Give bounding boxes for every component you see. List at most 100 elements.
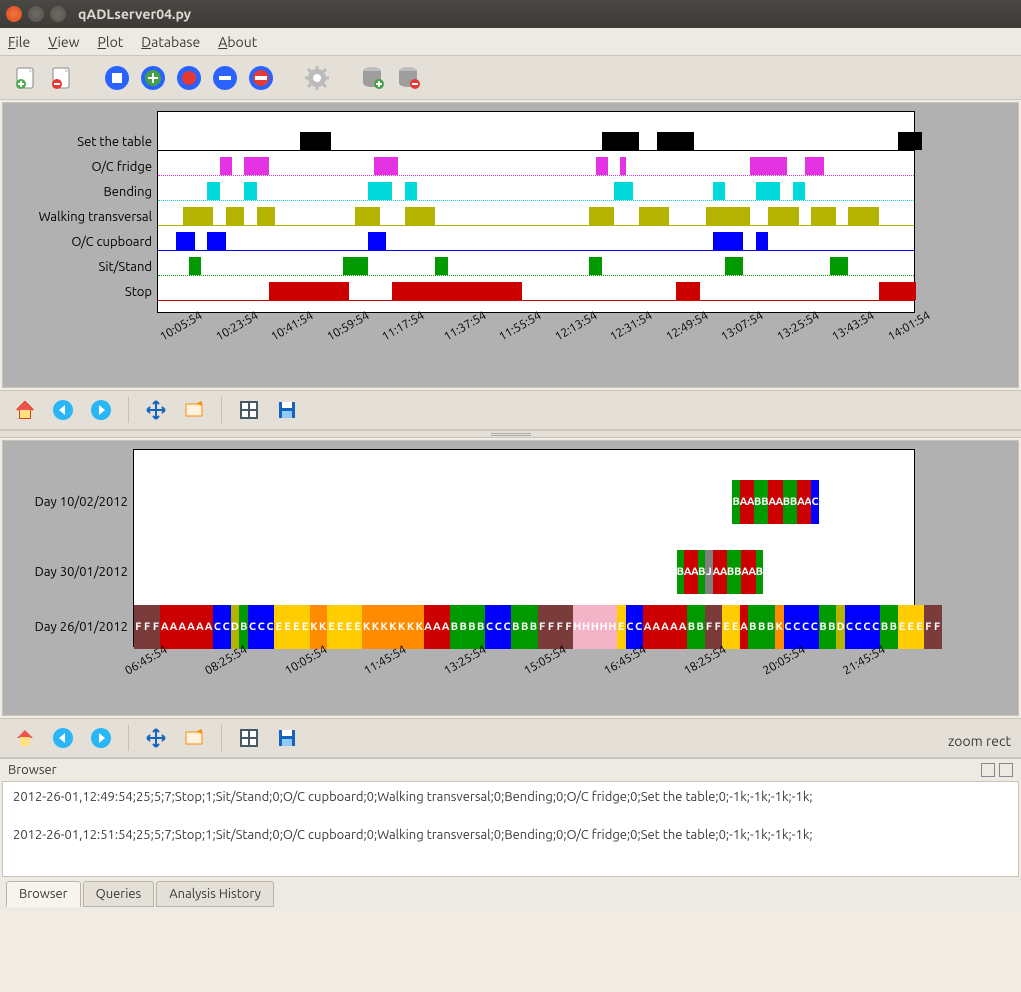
- plot2-segment: A: [432, 605, 441, 649]
- plot2-segment: E: [292, 605, 301, 649]
- plot2-segment: A: [740, 605, 749, 649]
- plot2-segment: C: [801, 605, 810, 649]
- db-add-button[interactable]: [358, 63, 388, 93]
- plot2-segment: E: [898, 605, 907, 649]
- plot1-event-bar: [657, 132, 694, 150]
- record-minus-button[interactable]: [210, 63, 240, 93]
- plot2-ylabel: Day 26/01/2012: [35, 620, 128, 634]
- new-file-button[interactable]: [10, 63, 40, 93]
- plot1-xtick: 12:13:54: [553, 309, 600, 344]
- plot2-segment: B: [827, 605, 836, 649]
- plot2-pan-button[interactable]: [141, 723, 171, 753]
- plot1-xtick: 11:55:54: [497, 309, 544, 344]
- plot2-segment: K: [415, 605, 424, 649]
- record-record-button[interactable]: [174, 63, 204, 93]
- window-close-button[interactable]: [6, 6, 22, 22]
- window-minimize-button[interactable]: [28, 6, 44, 22]
- plot2-segment: B: [529, 605, 538, 649]
- plot1-event-bar: [226, 207, 244, 225]
- plot2-ylabel: Day 30/01/2012: [35, 565, 128, 579]
- plot2-segment: K: [775, 605, 784, 649]
- plot2-zoom-button[interactable]: [179, 723, 209, 753]
- plot1-event-bar: [898, 132, 923, 150]
- plot2-canvas[interactable]: Day 10/02/2012BAABBAABBAACDay 30/01/2012…: [133, 449, 915, 647]
- splitter[interactable]: [0, 430, 1021, 438]
- plot1-event-bar: [220, 157, 232, 175]
- plot2-segment: A: [643, 605, 652, 649]
- plot2-segment: A: [720, 550, 727, 594]
- plot1-xtick: 12:31:54: [608, 309, 655, 344]
- tab-browser[interactable]: Browser: [6, 881, 81, 907]
- plot2-segment: B: [468, 605, 477, 649]
- plot1-back-button[interactable]: [48, 395, 78, 425]
- plot2-subplots-button[interactable]: [234, 723, 264, 753]
- browser-pane: Browser 2012-26-01,12:49:54;25;5;7;Stop;…: [0, 758, 1021, 911]
- plot2-segment: B: [766, 605, 775, 649]
- plot1-pan-button[interactable]: [141, 395, 171, 425]
- plot1-forward-button[interactable]: [86, 395, 116, 425]
- plot2-segment: C: [257, 605, 266, 649]
- plot1-event-bar: [189, 257, 201, 275]
- plot1-ylabel: O/C cupboard: [71, 235, 152, 249]
- menu-file[interactable]: File: [8, 34, 30, 50]
- plot1-ylabel: Sit/Stand: [99, 260, 152, 274]
- tab-analysis[interactable]: Analysis History: [156, 881, 274, 907]
- plot1-event-bar: [805, 157, 823, 175]
- plot1-event-bar: [207, 232, 225, 250]
- plot2-segment: E: [345, 605, 354, 649]
- plot2-segment: A: [804, 480, 811, 524]
- plot1-event-bar: [756, 182, 781, 200]
- record-delete-button[interactable]: [246, 63, 276, 93]
- plot2-segment: A: [741, 550, 748, 594]
- plot2-back-button[interactable]: [48, 723, 78, 753]
- plot1-event-bar: [207, 182, 219, 200]
- plot1-event-bar: [405, 207, 436, 225]
- menu-about[interactable]: About: [218, 34, 257, 50]
- browser-text[interactable]: 2012-26-01,12:49:54;25;5;7;Stop;1;Sit/St…: [2, 781, 1019, 877]
- plot2-segment: E: [915, 605, 924, 649]
- plot2-segment: A: [713, 550, 720, 594]
- plot1-zoom-button[interactable]: [179, 395, 209, 425]
- plot1-xtick: 13:25:54: [775, 309, 822, 344]
- plot2-segment: H: [599, 605, 608, 649]
- plot2-segment: B: [748, 605, 757, 649]
- plot2-segment: C: [222, 605, 231, 649]
- plot2-segment: E: [617, 605, 626, 649]
- plot1-event-bar: [374, 157, 399, 175]
- plot1-event-bar: [589, 207, 614, 225]
- menu-view[interactable]: View: [48, 34, 79, 50]
- plot1-event-bar: [602, 132, 639, 150]
- browser-undock-icon[interactable]: [981, 763, 995, 777]
- plot2-segment: B: [754, 480, 761, 524]
- plot1-save-button[interactable]: [272, 395, 302, 425]
- record-add-button[interactable]: [138, 63, 168, 93]
- browser-header: Browser: [0, 759, 1021, 781]
- plot1-event-bar: [879, 282, 916, 300]
- plot1-event-bar: [713, 182, 725, 200]
- plot2-segment: B: [677, 550, 684, 594]
- plot2-forward-button[interactable]: [86, 723, 116, 753]
- menu-plot[interactable]: Plot: [98, 34, 124, 50]
- plot1-ylabel: Walking transversal: [39, 210, 152, 224]
- plot1-xtick: 13:07:54: [719, 309, 766, 344]
- plot2-segment: K: [389, 605, 398, 649]
- plot2-segment: E: [906, 605, 915, 649]
- plot1-event-bar: [750, 157, 787, 175]
- plot1-subplots-button[interactable]: [234, 395, 264, 425]
- browser-close-icon[interactable]: [999, 763, 1013, 777]
- tab-queries[interactable]: Queries: [83, 881, 155, 907]
- settings-button[interactable]: [302, 63, 332, 93]
- plot2-segment: F: [152, 605, 161, 649]
- remove-file-button[interactable]: [46, 63, 76, 93]
- plot2-segment: E: [274, 605, 283, 649]
- plot2-home-button[interactable]: [10, 723, 40, 753]
- window-maximize-button[interactable]: [50, 6, 66, 22]
- db-remove-button[interactable]: [394, 63, 424, 93]
- plot1-canvas[interactable]: Set the tableO/C fridgeBendingWalking tr…: [157, 111, 915, 313]
- plot1-home-button[interactable]: [10, 395, 40, 425]
- plot2-save-button[interactable]: [272, 723, 302, 753]
- plot1-event-bar: [269, 282, 349, 300]
- plot1-event-bar: [368, 182, 393, 200]
- menu-database[interactable]: Database: [141, 34, 200, 50]
- record-stop-button[interactable]: [102, 63, 132, 93]
